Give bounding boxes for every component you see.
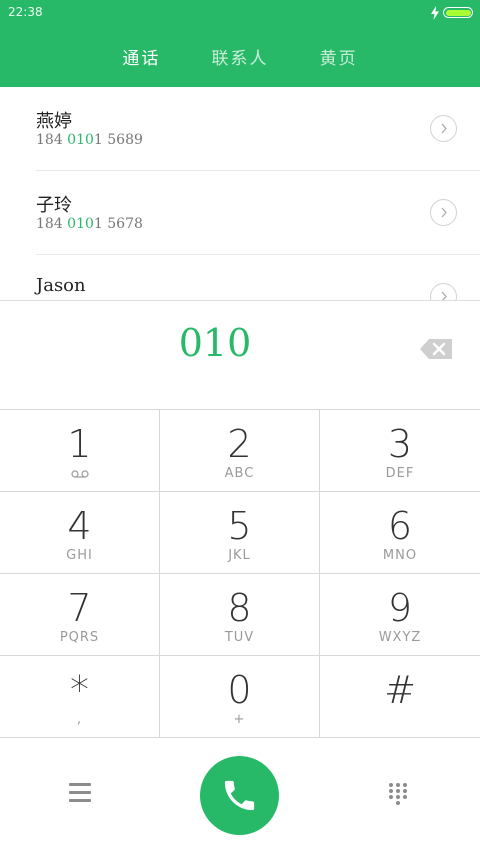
number-prefix: 184 (36, 216, 68, 232)
key-2[interactable]: 2 ABC (160, 410, 320, 492)
key-letters: GHI (66, 548, 93, 563)
number-prefix: 184 (36, 132, 68, 148)
chevron-right-icon[interactable] (430, 283, 457, 300)
key-7[interactable]: 7 PQRS (0, 574, 160, 656)
dialed-number: 010 (178, 321, 252, 365)
dial-display: 010 (0, 300, 480, 409)
backspace-icon[interactable] (420, 339, 452, 359)
key-3[interactable]: 3 DEF (320, 410, 480, 492)
menu-icon[interactable] (69, 783, 91, 803)
key-letters: PQRS (59, 630, 100, 645)
key-digit: 1 (67, 422, 92, 466)
contact-row[interactable]: 子玲 184 0101 5678 (0, 171, 480, 255)
tab-calls[interactable]: 通话 (122, 44, 160, 69)
key-6[interactable]: 6 MNO (320, 492, 480, 574)
dialpad: 1 2 ABC 3 DEF 4 GHI 5 JKL 6 MNO 7 PQRS 8… (0, 409, 480, 739)
key-digit: 4 (67, 504, 92, 548)
voicemail-icon (71, 470, 89, 478)
key-letters: , (76, 712, 83, 727)
key-4[interactable]: 4 GHI (0, 492, 160, 574)
phone-icon (224, 780, 255, 811)
key-digit: 9 (387, 586, 413, 630)
key-letters: + (233, 712, 246, 727)
key-letters: WXYZ (378, 630, 422, 645)
battery-level (445, 9, 471, 16)
number-match: 010 (67, 132, 94, 148)
number-suffix: 1 5678 (93, 216, 143, 232)
contact-name: Jason (36, 275, 86, 296)
tab-yellow-pages[interactable]: 黄页 (320, 44, 358, 69)
key-digit: # (384, 668, 416, 712)
number-suffix: 1 5689 (93, 132, 143, 148)
chevron-right-icon[interactable] (430, 115, 457, 142)
tab-bar: 通话 联系人 黄页 (0, 44, 480, 69)
tab-contacts[interactable]: 联系人 (212, 44, 269, 69)
contact-name: 子玲 (36, 195, 72, 216)
key-digit: 7 (67, 586, 92, 630)
contact-number: 184 0101 5678 (36, 216, 143, 232)
key-5[interactable]: 5 JKL (160, 492, 320, 574)
status-time: 22:38 (8, 5, 43, 19)
key-hash[interactable]: # (320, 656, 480, 738)
key-0[interactable]: 0 + (160, 656, 320, 738)
key-letters: DEF (385, 466, 415, 481)
key-digit: 0 (227, 668, 252, 712)
contact-number: 184 0101 5689 (36, 132, 143, 148)
key-letters: MNO (382, 548, 418, 563)
key-digit: * (70, 668, 89, 712)
contact-match-list: 燕婷 184 0101 5689 子玲 184 0101 5678 Jason (0, 87, 480, 300)
key-digit: 8 (227, 586, 252, 630)
key-digit: 6 (387, 504, 413, 548)
key-letters: TUV (224, 630, 255, 645)
key-1[interactable]: 1 (0, 410, 160, 492)
bottom-action-bar (0, 739, 480, 853)
key-digit: 2 (227, 422, 252, 466)
key-letters: ABC (224, 466, 255, 481)
key-letters: JKL (228, 548, 251, 563)
call-button[interactable] (200, 756, 279, 835)
number-match: 010 (67, 216, 94, 232)
key-digit: 5 (227, 504, 252, 548)
key-8[interactable]: 8 TUV (160, 574, 320, 656)
dialpad-icon[interactable] (389, 783, 411, 809)
contact-row[interactable]: Jason (0, 255, 480, 300)
contact-row[interactable]: 燕婷 184 0101 5689 (0, 87, 480, 171)
charging-icon (431, 6, 439, 20)
contact-name: 燕婷 (36, 111, 72, 132)
app-header: 22:38 通话 联系人 黄页 (0, 0, 480, 87)
status-bar: 22:38 (0, 0, 480, 26)
chevron-right-icon[interactable] (430, 199, 457, 226)
key-9[interactable]: 9 WXYZ (320, 574, 480, 656)
key-star[interactable]: * , (0, 656, 160, 738)
battery-icon (443, 7, 473, 18)
key-digit: 3 (387, 422, 413, 466)
